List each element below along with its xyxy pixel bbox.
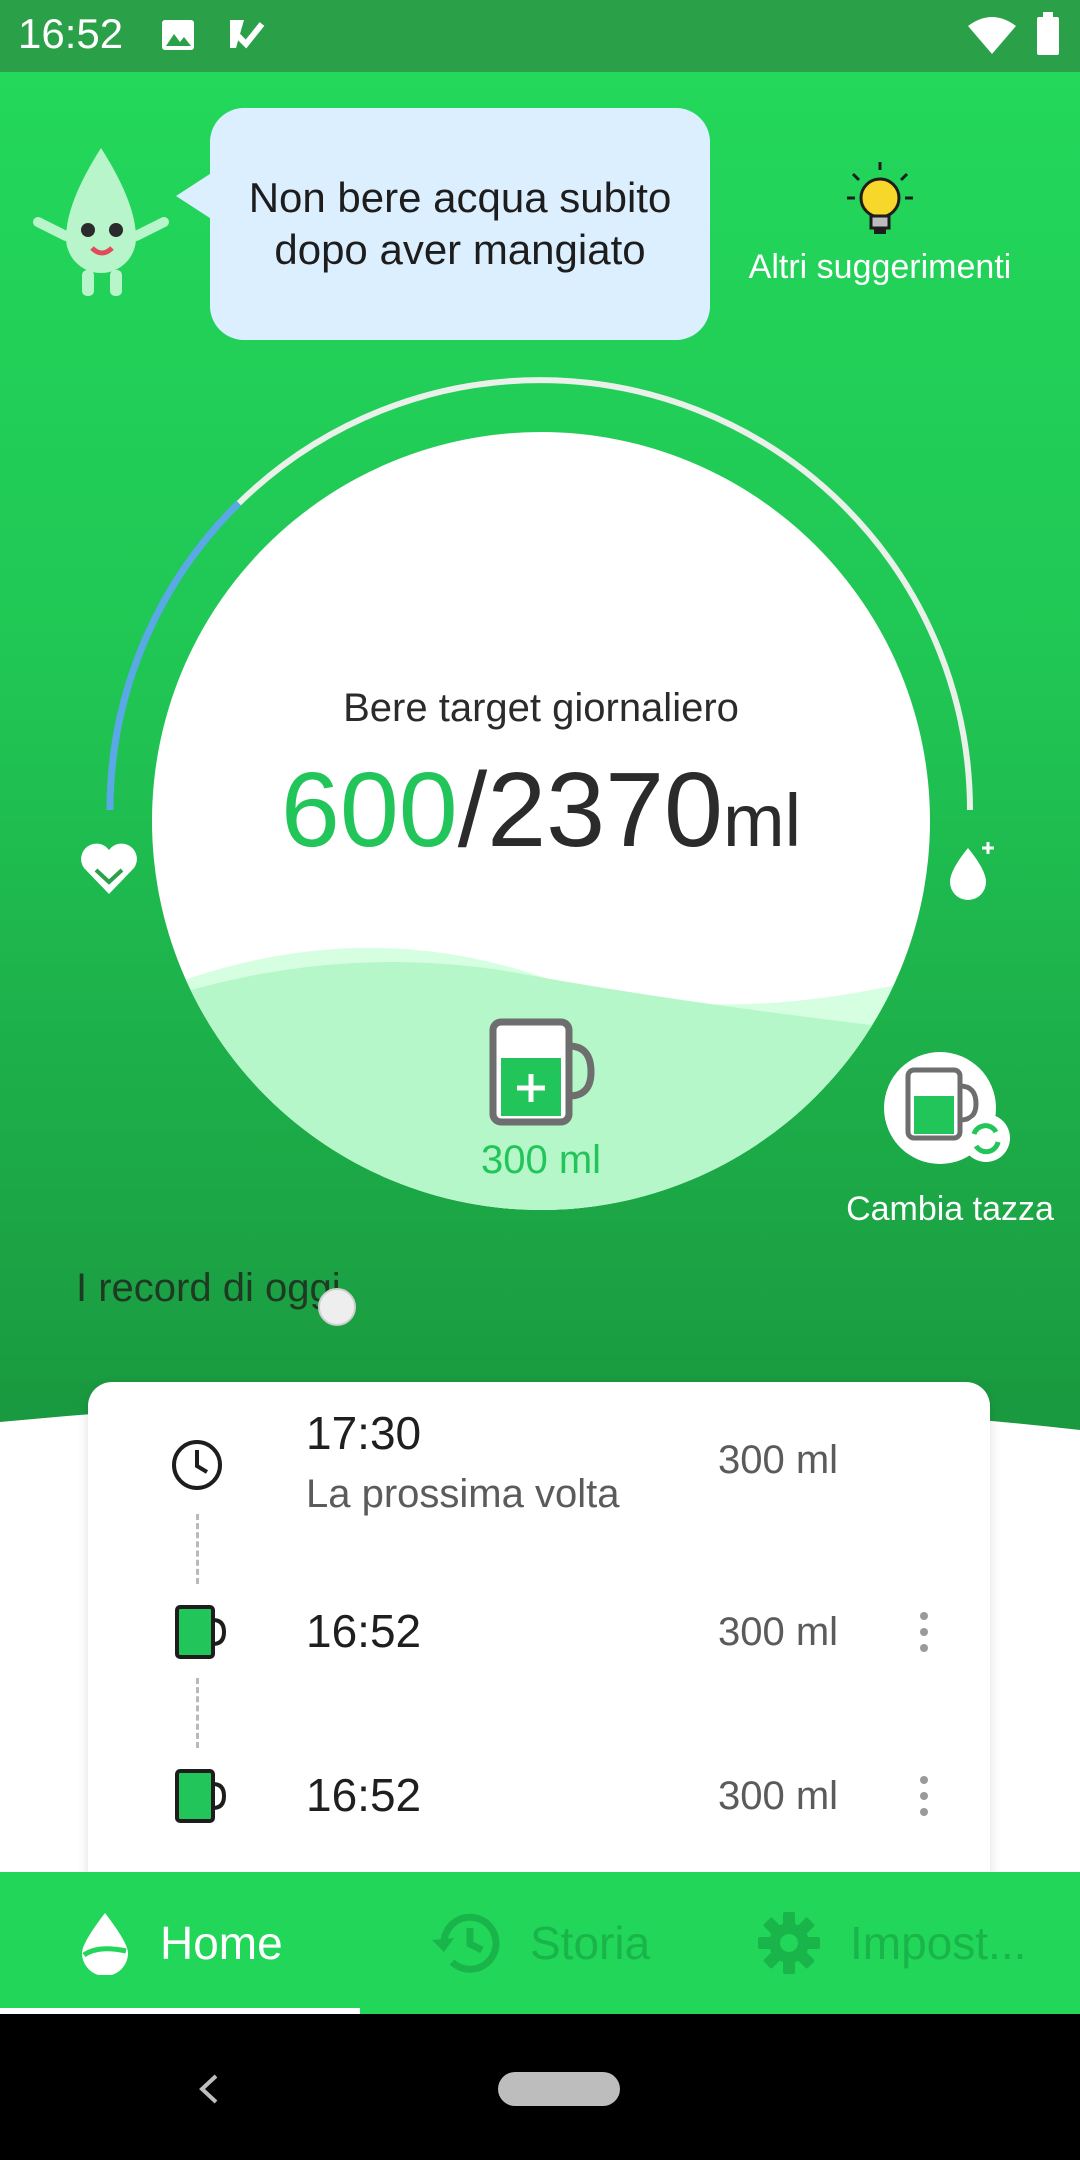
clock-icon	[172, 1440, 222, 1490]
gallery-icon	[160, 18, 196, 57]
heart-icon	[81, 843, 137, 894]
change-cup-label: Cambia tazza	[846, 1190, 1054, 1228]
record-amount: 300 ml	[718, 1438, 839, 1482]
record-subtitle: La prossima volta	[306, 1472, 620, 1516]
more-tips-label: Altri suggerimenti	[748, 248, 1012, 286]
more-tips-button[interactable]: Altri suggerimenti	[730, 160, 1030, 287]
more-options-icon[interactable]	[918, 1774, 930, 1818]
record-row-next[interactable]: 17:30 La prossima volta 300 ml	[88, 1382, 990, 1542]
record-time: 16:52	[306, 1605, 422, 1657]
nav-settings[interactable]: Impost...	[756, 1872, 1026, 2014]
wifi-icon	[966, 16, 1018, 61]
target-label: Bere target giornaliero	[343, 686, 739, 730]
nav-history-label: Storia	[530, 1917, 651, 1969]
record-amount: 300 ml	[718, 1610, 839, 1654]
bottom-nav: Home Storia Impost...	[0, 1872, 1080, 2014]
record-row[interactable]: 16:52 300 ml	[88, 1760, 990, 1880]
scroll-handle[interactable]	[318, 1288, 356, 1326]
cup-swap-icon	[905, 1067, 1010, 1162]
current-intake: 600	[280, 751, 458, 869]
records-card: 17:30 La prossima volta 300 ml 16:52 300…	[88, 1382, 990, 1902]
task-check-icon	[226, 16, 266, 57]
water-drop-icon	[950, 842, 994, 900]
back-icon[interactable]	[196, 2072, 222, 2106]
nav-home[interactable]: Home	[78, 1872, 283, 2014]
cup-icon	[175, 1605, 226, 1659]
water-drop-icon	[82, 1913, 128, 1975]
tip-text: Non bere acqua subito dopo aver mangiato	[248, 174, 672, 273]
history-icon	[432, 1913, 500, 1973]
cup-amount: 300 ml	[480, 1138, 602, 1182]
more-options-icon[interactable]	[918, 1610, 930, 1654]
record-row[interactable]: 16:52 300 ml	[88, 1596, 990, 1716]
records-title: I record di oggi	[76, 1266, 341, 1310]
target-intake: 2370	[487, 751, 724, 869]
timeline-connector	[196, 1678, 199, 1748]
battery-icon	[1036, 12, 1060, 61]
water-drop-mascot-icon	[33, 148, 169, 296]
intake-value: 600/2370ml	[152, 750, 930, 871]
timeline-connector	[196, 1514, 199, 1584]
cup-icon	[175, 1769, 226, 1823]
cup-add-icon	[489, 1018, 595, 1126]
record-time: 17:30	[306, 1407, 422, 1459]
change-cup-button[interactable]	[884, 1052, 1010, 1164]
lightbulb-icon	[847, 162, 913, 234]
intake-separator: /	[457, 751, 488, 869]
add-drink-button[interactable]	[487, 1012, 597, 1132]
system-nav-bar	[0, 2014, 1080, 2160]
nav-home-label: Home	[160, 1917, 283, 1969]
nav-history[interactable]: Storia	[430, 1872, 650, 2014]
record-time: 16:52	[306, 1769, 422, 1821]
home-pill[interactable]	[498, 2072, 620, 2106]
status-bar: 16:52	[0, 0, 1080, 72]
intake-circle: Bere target giornaliero 600/2370ml 300 m…	[152, 432, 930, 1210]
record-amount: 300 ml	[718, 1774, 839, 1818]
tip-bubble[interactable]: Non bere acqua subito dopo aver mangiato	[210, 108, 710, 340]
gear-icon	[758, 1912, 820, 1974]
nav-settings-label: Impost...	[850, 1917, 1027, 1969]
status-time: 16:52	[18, 10, 124, 57]
intake-unit: ml	[723, 779, 802, 862]
